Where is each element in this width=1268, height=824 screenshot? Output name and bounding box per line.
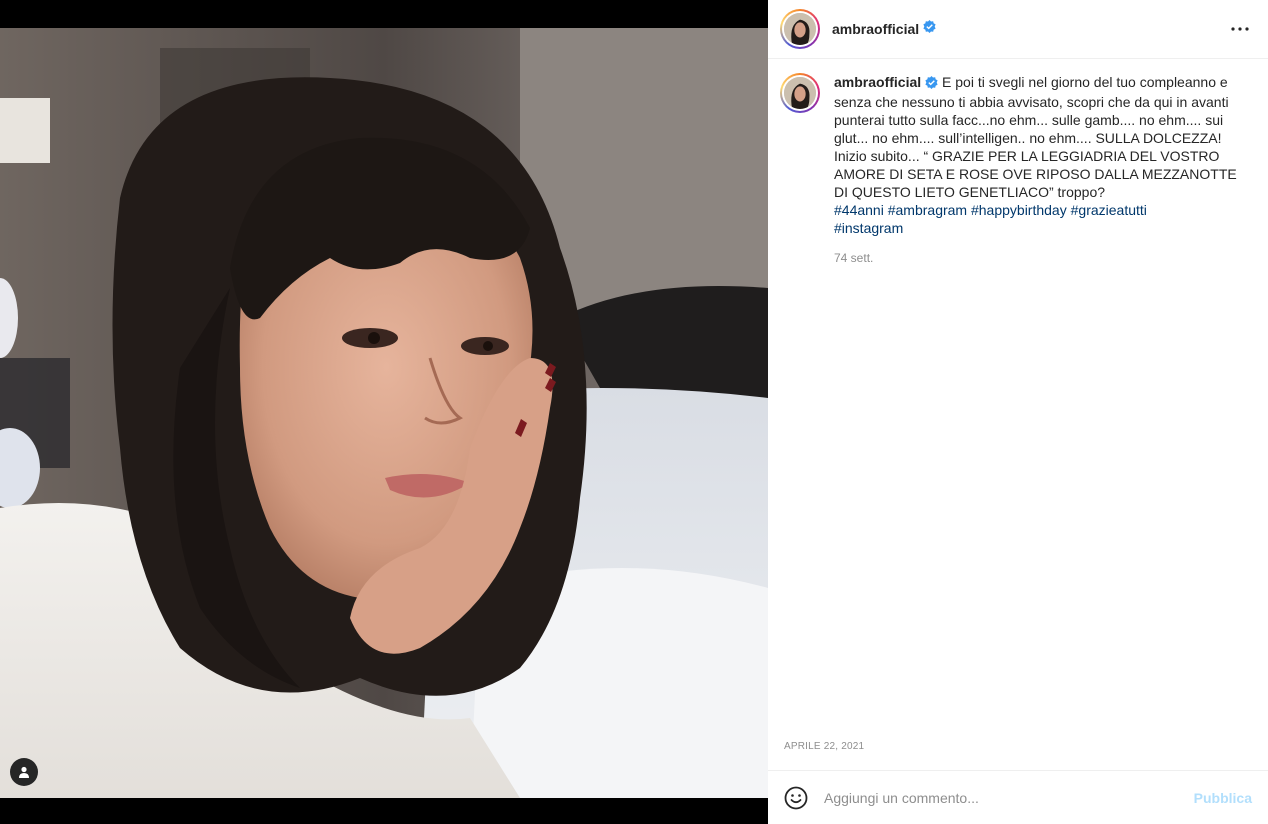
post-info-panel: ambraofficial ambraofficial E poi ti sve… (768, 0, 1268, 824)
caption-text: E poi ti svegli nel giorno del tuo compl… (834, 74, 1241, 200)
caption-body: ambraofficial E poi ti svegli nel giorno… (834, 73, 1238, 267)
hashtag-link[interactable]: #instagram (834, 220, 903, 236)
comment-input[interactable] (824, 789, 1194, 806)
instagram-post: ambraofficial ambraofficial E poi ti sve… (0, 0, 1268, 824)
post-date-row: APRILE 22, 2021 (768, 734, 1268, 770)
avatar[interactable] (780, 9, 820, 49)
verified-badge-icon (923, 20, 936, 38)
hashtag-link[interactable]: #grazieatutti (1071, 202, 1147, 218)
post-date[interactable]: APRILE 22, 2021 (784, 741, 864, 752)
caption-time-ago[interactable]: 74 sett. (834, 249, 1238, 267)
comments-section: ambraofficial E poi ti svegli nel giorno… (768, 59, 1268, 734)
caption-avatar[interactable] (780, 73, 820, 113)
publish-button[interactable]: Pubblica (1194, 790, 1252, 806)
more-options-button[interactable] (1228, 17, 1252, 41)
post-media (0, 0, 768, 824)
hashtag-link[interactable]: #happybirthday (971, 202, 1067, 218)
emoji-smile-icon[interactable] (784, 786, 808, 810)
verified-badge-icon (925, 75, 938, 93)
caption: ambraofficial E poi ti svegli nel giorno… (780, 73, 1252, 267)
user-tag-icon (19, 766, 29, 778)
header-username[interactable]: ambraofficial (832, 21, 919, 37)
hashtag-link[interactable]: #ambragram (888, 202, 967, 218)
hashtag-link[interactable]: #44anni (834, 202, 884, 218)
user-tag-button[interactable] (10, 758, 38, 786)
post-photo[interactable] (0, 28, 768, 798)
post-header: ambraofficial (768, 0, 1268, 59)
more-horizontal-icon (1231, 27, 1249, 31)
comment-bar: Pubblica (768, 770, 1268, 824)
avatar-image (784, 13, 816, 45)
avatar-image (784, 77, 816, 109)
caption-username[interactable]: ambraofficial (834, 74, 921, 90)
